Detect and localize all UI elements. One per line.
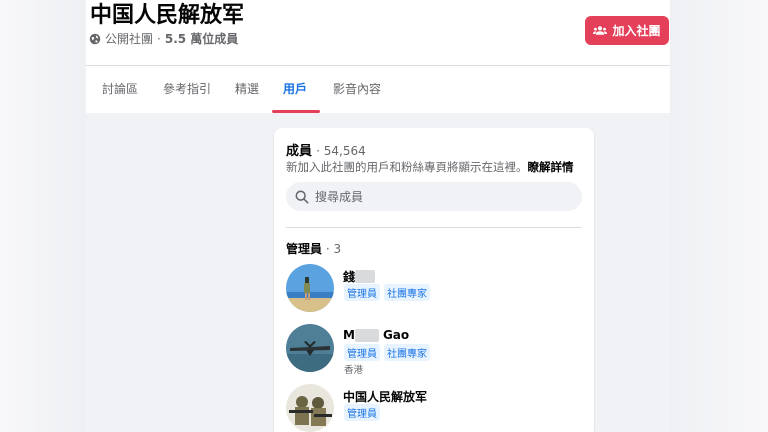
tab-media[interactable]: 影音內容 xyxy=(333,66,381,113)
meta-separator: · xyxy=(157,31,161,46)
group-tabs: 討論區 參考指引 精選 用戶 影音內容 xyxy=(86,66,670,113)
tab-guides[interactable]: 參考指引 xyxy=(163,66,211,113)
member-search-bar xyxy=(286,182,582,211)
admin-badges: 管理員 社團專家 xyxy=(344,344,430,361)
admin-badge: 管理員 xyxy=(344,284,380,301)
admin-name[interactable]: M Gao xyxy=(343,328,409,342)
globe-icon xyxy=(89,33,101,44)
card-divider xyxy=(286,227,582,228)
avatar[interactable] xyxy=(286,264,334,312)
tab-featured[interactable]: 精選 xyxy=(235,66,259,113)
member-count-short: 5.5 萬位成員 xyxy=(164,32,239,46)
left-backdrop xyxy=(0,0,86,432)
admins-header: 管理員 · 3 xyxy=(286,240,341,257)
group-expert-badge: 社團專家 xyxy=(384,284,430,301)
redacted-name xyxy=(355,270,376,283)
members-description-text: 新加入此社團的用戶和粉絲專頁將顯示在這裡。 xyxy=(286,160,528,174)
join-group-button[interactable]: 加入社團 xyxy=(585,16,669,45)
avatar[interactable] xyxy=(286,324,334,372)
members-header: 成員 · 54,564 xyxy=(286,140,366,159)
admin-item[interactable]: 中国人民解放军 管理員 xyxy=(286,384,582,432)
admin-badges: 管理員 社團專家 xyxy=(344,284,430,301)
admins-heading: 管理員 xyxy=(286,242,323,256)
admin-item[interactable]: M Gao 管理員 社團專家 香港 xyxy=(286,324,582,376)
redacted-name xyxy=(354,328,379,342)
members-heading: 成員 xyxy=(286,144,313,159)
admin-name[interactable]: 錢 xyxy=(343,268,376,285)
join-button-label: 加入社團 xyxy=(612,24,661,38)
privacy-label: 公開社團 xyxy=(105,32,154,46)
search-icon xyxy=(295,190,309,203)
admin-item[interactable]: 錢 管理員 社團專家 xyxy=(286,264,582,316)
admins-count: · 3 xyxy=(325,242,342,256)
group-meta: 公開社團 · 5.5 萬位成員 xyxy=(89,30,238,47)
admin-name[interactable]: 中国人民解放军 xyxy=(343,388,427,405)
tab-discussion[interactable]: 討論區 xyxy=(102,66,138,113)
avatar[interactable] xyxy=(286,384,334,432)
members-description: 新加入此社團的用戶和粉絲專頁將顯示在這裡。瞭解詳情 xyxy=(286,159,574,175)
member-search-input[interactable] xyxy=(315,189,565,204)
group-expert-badge: 社團專家 xyxy=(384,344,430,361)
admin-badge: 管理員 xyxy=(344,344,380,361)
people-icon xyxy=(593,26,608,35)
admin-location: 香港 xyxy=(344,365,364,376)
right-backdrop xyxy=(670,0,768,432)
admin-badge: 管理員 xyxy=(344,404,380,421)
group-title: 中国人民解放军 xyxy=(90,3,245,28)
members-card: 成員 · 54,564 新加入此社團的用戶和粉絲專頁將顯示在這裡。瞭解詳情 管理… xyxy=(274,128,594,432)
learn-more-link[interactable]: 瞭解詳情 xyxy=(528,160,574,174)
tab-members[interactable]: 用戶 xyxy=(283,66,307,113)
group-page: 中国人民解放军 公開社團 · 5.5 萬位成員 加入社團 討論區 參考指引 精選… xyxy=(86,0,670,432)
admin-badges: 管理員 xyxy=(344,404,380,421)
members-count: · 54,564 xyxy=(316,144,366,158)
